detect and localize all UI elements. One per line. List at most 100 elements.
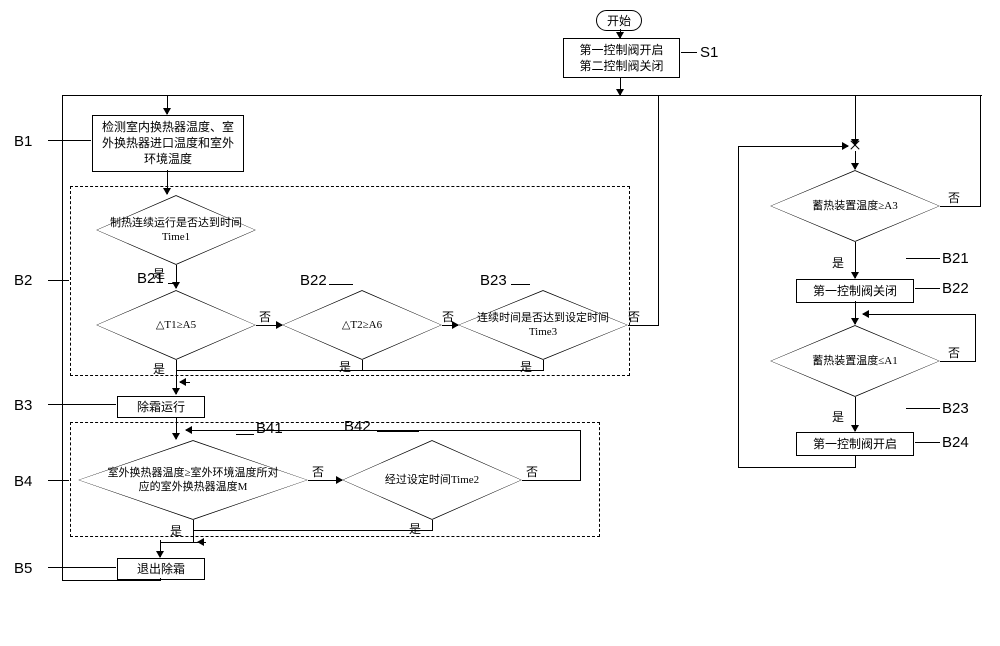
s1-label: S1	[700, 44, 718, 61]
b42-yes	[432, 520, 433, 530]
b24r-process: 第一控制阀开启	[796, 432, 914, 456]
merge-arrow-in	[180, 382, 190, 383]
b23r-no-back	[865, 314, 976, 315]
b41-to-b42	[308, 480, 342, 481]
b42-no-out	[522, 480, 580, 481]
main-bus	[62, 95, 982, 96]
b24r-label: B24	[942, 434, 969, 451]
b22-yes: 是	[339, 358, 351, 375]
b21r-yes-t: 是	[832, 254, 844, 271]
b3-text: 除霜运行	[137, 400, 185, 414]
b22r-text: 第一控制阀关闭	[813, 284, 897, 298]
b23-inner-label: B23	[480, 272, 507, 289]
b24r-down	[855, 455, 856, 467]
b21-yes-down	[176, 360, 177, 382]
b3-leader	[48, 404, 116, 405]
b21-lead	[168, 283, 174, 284]
b1-text: 检测室内换热器温度、室外换热器进口温度和室外环境温度	[102, 120, 234, 166]
b4-leader	[48, 480, 69, 481]
b21r-no	[940, 206, 980, 207]
b42-no-up	[580, 430, 581, 481]
b21r-text: 蓄热装置温度≥A3	[812, 199, 897, 213]
b23-no-up	[658, 95, 659, 326]
b23r-yes-t: 是	[832, 408, 844, 425]
b4-side-label: B4	[14, 473, 32, 490]
b21r-lead	[906, 258, 940, 259]
b21r-yes	[855, 242, 856, 278]
b41-label: B41	[256, 420, 283, 437]
b42-lead	[377, 431, 419, 432]
b24r-into-x	[738, 146, 848, 147]
b21r-decision: 蓄热装置温度≥A3	[770, 170, 940, 242]
b41y-to-merge	[193, 530, 194, 542]
b23-yes: 是	[520, 358, 532, 375]
b23r-no-up	[975, 314, 976, 362]
b2-time1-yes-arrow	[176, 265, 177, 288]
b1-side-label: B1	[14, 133, 32, 150]
bus-to-right	[855, 95, 856, 145]
b22-inner-decision: △T2≥A6	[282, 290, 442, 360]
b41-decision: 室外换热器温度≥室外环境温度所对应的室外换热器温度M	[78, 440, 308, 520]
b23-lead	[511, 284, 530, 285]
b22-to-b23	[442, 325, 458, 326]
s1-leader	[681, 52, 697, 53]
b2-decision-time1: 制热连续运行是否达到时间Time1	[96, 195, 256, 265]
b21-inner-decision: △T1≥A5	[96, 290, 256, 360]
leftcol-bus	[62, 95, 63, 580]
b42-text: 经过设定时间Time2	[385, 473, 479, 487]
b42-label: B42	[344, 418, 371, 435]
b23-no: 否	[628, 308, 640, 325]
b22r-process: 第一控制阀关闭	[796, 279, 914, 303]
b24r-up	[738, 146, 739, 468]
start-text: 开始	[607, 14, 631, 28]
b42-yes-t: 是	[409, 520, 421, 537]
b22r-to-b23r	[855, 301, 856, 324]
b21r-no-t: 否	[948, 189, 960, 206]
s1-process: 第一控制阀开启 第二控制阀关闭	[563, 38, 680, 78]
b21r-label: B21	[942, 250, 969, 267]
s1-line1: 第一控制阀开启	[579, 43, 663, 57]
b41-no: 否	[312, 463, 324, 480]
b24r-lead	[915, 442, 940, 443]
arrow-s1-down	[620, 77, 621, 95]
b1-leader	[48, 140, 91, 141]
inner-merge	[176, 370, 544, 371]
start-terminator: 开始	[596, 10, 642, 31]
b3-process: 除霜运行	[117, 396, 205, 418]
b42-no: 否	[526, 463, 538, 480]
b23r-text: 蓄热装置温度≤A1	[812, 354, 897, 368]
b41-lead	[236, 434, 254, 435]
b23r-no-t: 否	[948, 344, 960, 361]
b5-text: 退出除霜	[137, 562, 185, 576]
b41-yes-t: 是	[170, 522, 182, 539]
b23r-decision: 蓄热装置温度≤A1	[770, 325, 940, 397]
b21-yes: 是	[153, 360, 165, 377]
b23-no-out	[628, 325, 658, 326]
b21-inner-text: △T1≥A5	[156, 318, 196, 332]
b1-process: 检测室内换热器温度、室外换热器进口温度和室外环境温度	[92, 115, 244, 172]
b24r-text: 第一控制阀开启	[813, 437, 897, 451]
b22-inner-text: △T2≥A6	[342, 318, 382, 332]
b23r-no	[940, 361, 975, 362]
right-into-d1	[855, 151, 856, 169]
b21-inner-label: B21	[137, 270, 164, 287]
b22-yes-down	[362, 360, 363, 370]
b3-side-label: B3	[14, 397, 32, 414]
b23r-yes	[855, 397, 856, 431]
b23r-lead	[906, 408, 940, 409]
b22-no: 否	[442, 308, 454, 325]
b23-yes-down	[543, 360, 544, 370]
b2-side-label: B2	[14, 272, 32, 289]
b23-inner-decision: 连续时间是否达到设定时间Time3	[458, 290, 628, 360]
b5-process: 退出除霜	[117, 558, 205, 580]
b22r-label: B22	[942, 280, 969, 297]
pre-b5	[160, 542, 206, 543]
b24r-left	[738, 467, 856, 468]
arrow-start-s1	[620, 29, 621, 38]
b23-inner-text: 连续时间是否达到设定时间Time3	[471, 311, 616, 340]
b41-text: 室外换热器温度≥室外环境温度所对应的室外换热器温度M	[103, 466, 282, 495]
b5-side-label: B5	[14, 560, 32, 577]
b42-decision: 经过设定时间Time2	[342, 440, 522, 520]
junction-x	[850, 140, 860, 150]
merge-to-b3	[176, 382, 177, 394]
